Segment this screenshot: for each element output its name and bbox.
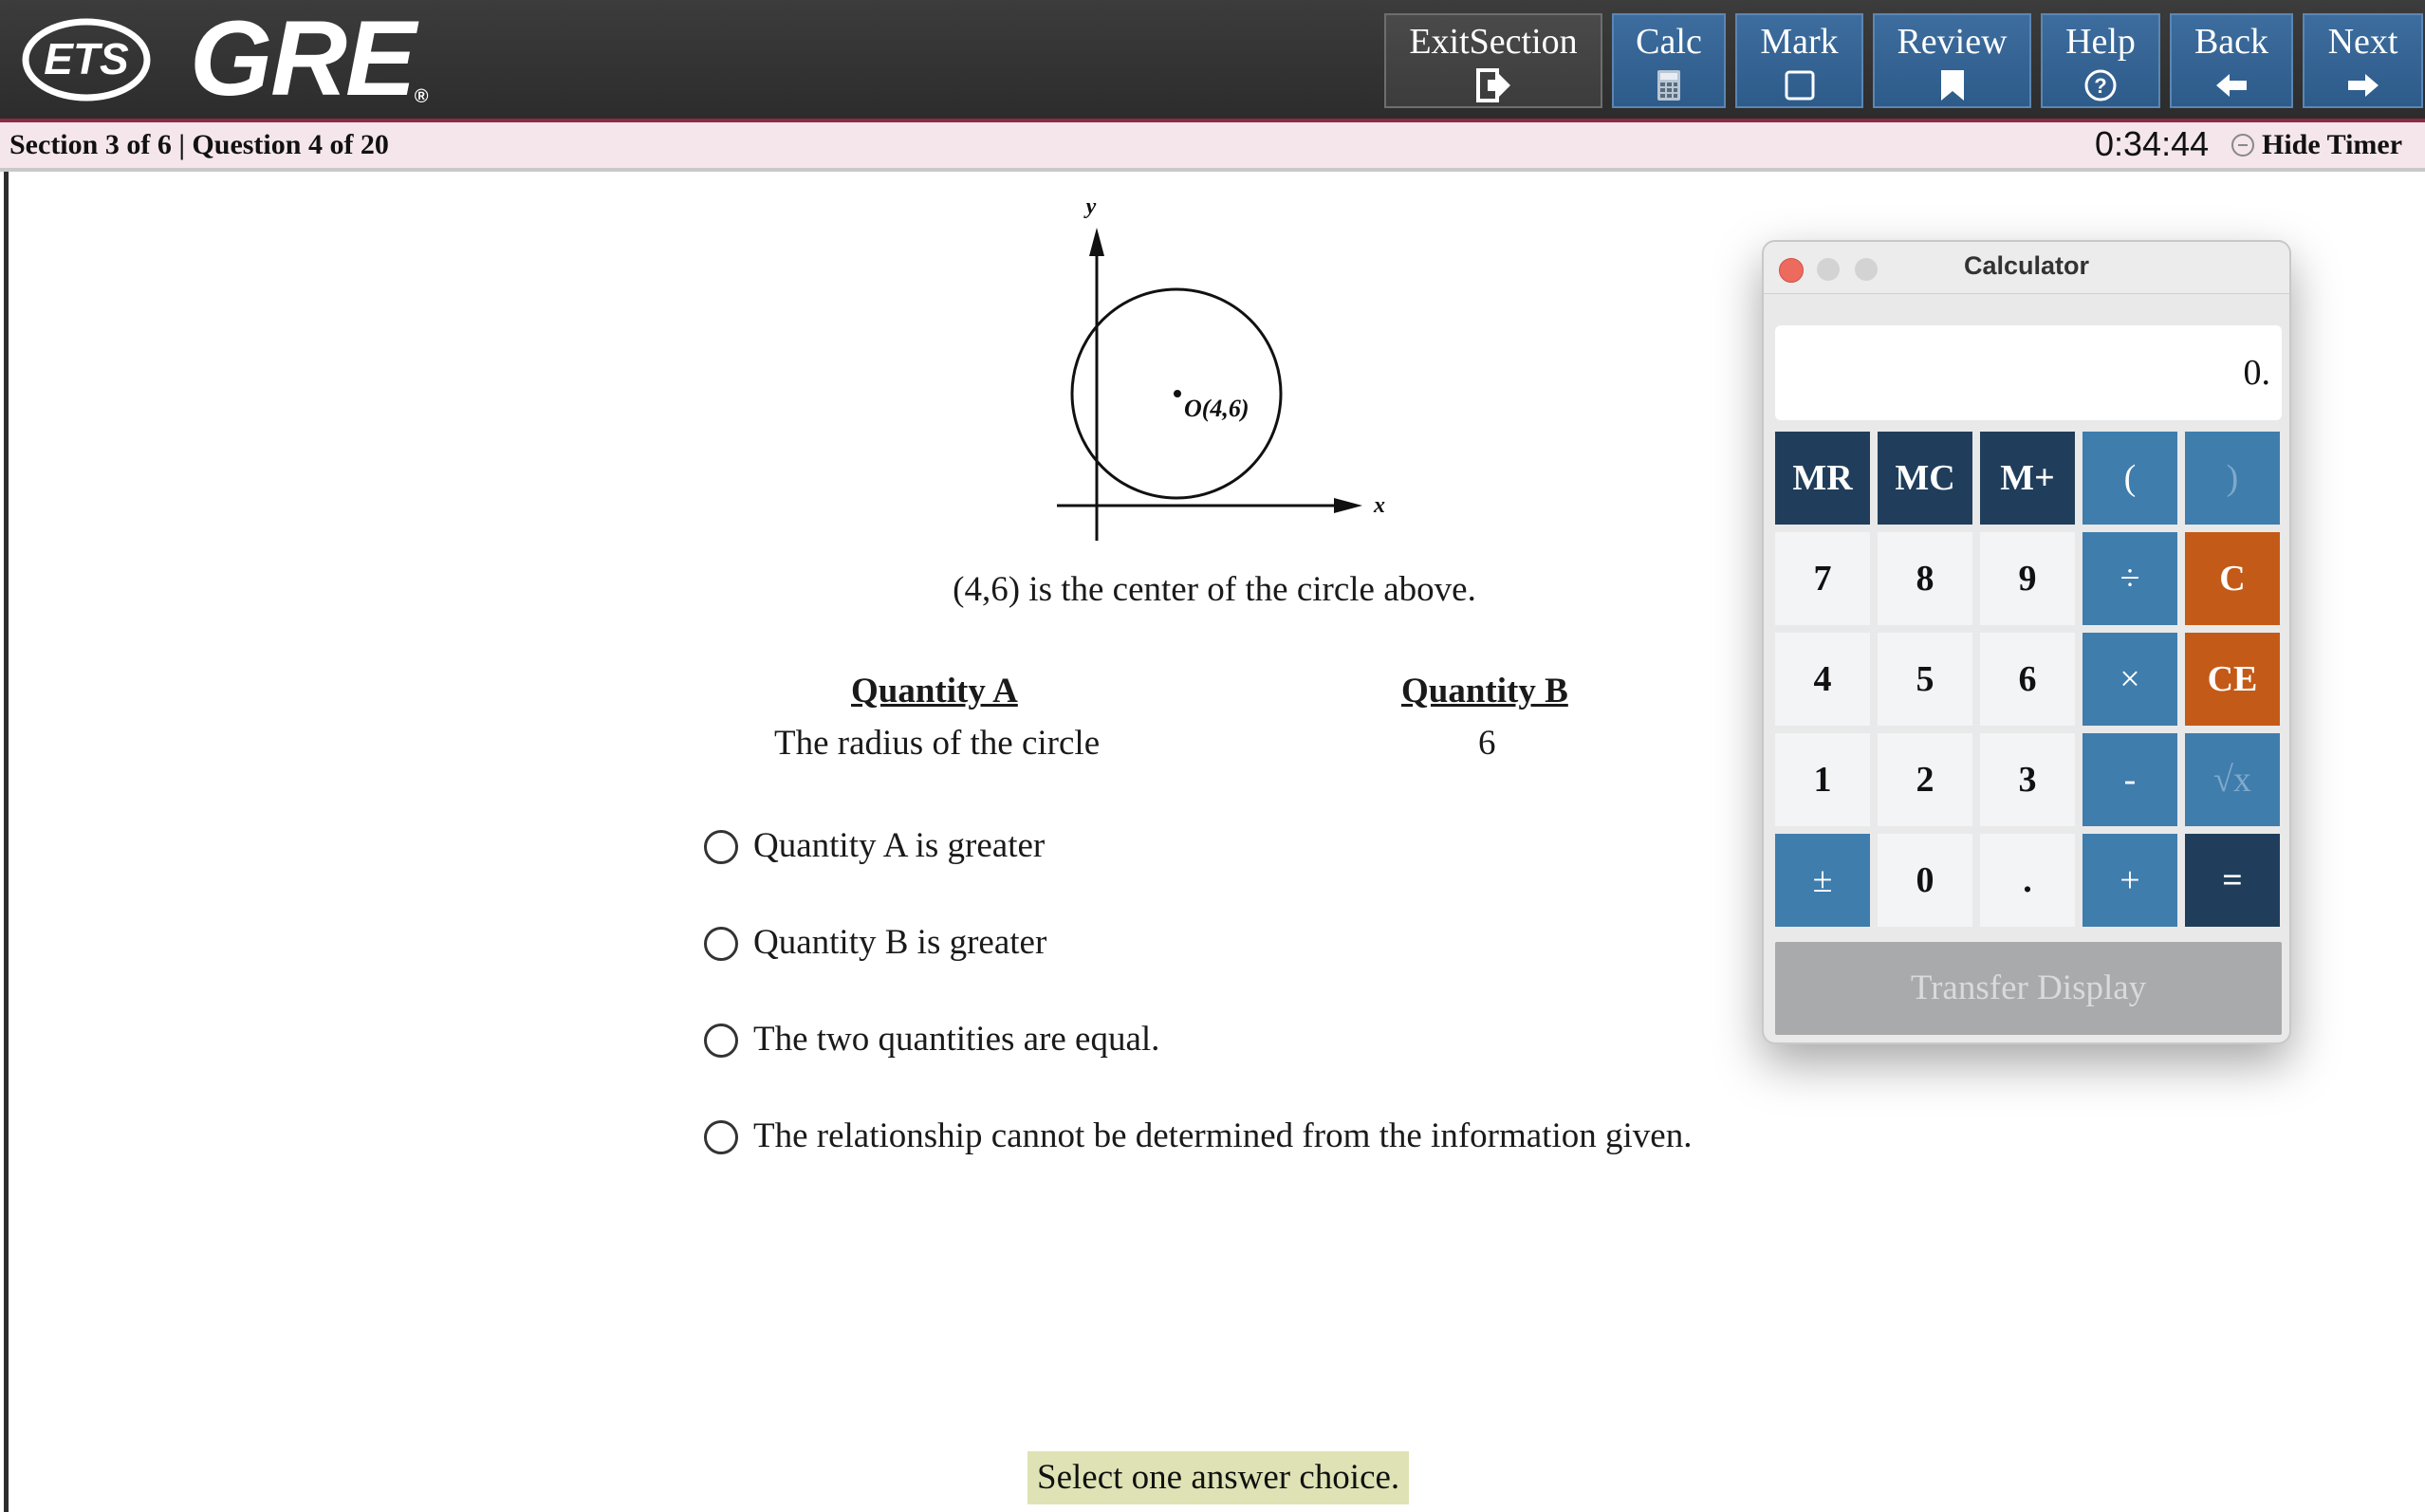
x-axis-arrow <box>1334 498 1362 513</box>
calc-key-4[interactable]: 4 <box>1775 633 1870 726</box>
calc-key-5[interactable]: 5 <box>1878 633 1972 726</box>
svg-text:?: ? <box>2094 74 2106 98</box>
calc-key-mr[interactable]: MR <box>1775 432 1870 525</box>
review-label: Review <box>1897 22 2008 62</box>
timer: 0:34:44 <box>2095 124 2210 163</box>
transfer-display-button[interactable]: Transfer Display <box>1775 942 2282 1035</box>
quantity-a-heading: Quantity A <box>851 672 1018 710</box>
exit-section-button[interactable]: ExitSection <box>1384 13 1602 108</box>
calculator-titlebar[interactable]: Calculator <box>1764 242 2289 294</box>
y-axis-label: y <box>1083 194 1097 219</box>
calc-key-multiply[interactable]: × <box>2083 633 2177 726</box>
section-question-info: Section 3 of 6 | Question 4 of 20 <box>9 129 389 160</box>
choice-label: The two quantities are equal. <box>753 1020 1160 1059</box>
calc-key-1[interactable]: 1 <box>1775 733 1870 826</box>
choice-label: Quantity B is greater <box>753 923 1047 962</box>
review-button[interactable]: Review <box>1873 13 2031 108</box>
calc-key-9[interactable]: 9 <box>1980 532 2075 625</box>
calc-key-divide[interactable]: ÷ <box>2083 532 2177 625</box>
center-point <box>1174 390 1181 397</box>
x-axis-label: x <box>1373 493 1385 518</box>
instruction-hint: Select one answer choice. <box>1027 1451 1410 1504</box>
question-stem: (4,6) is the center of the circle above. <box>953 570 1476 609</box>
calculator-display: 0. <box>1775 325 2282 420</box>
choice-label: The relationship cannot be determined fr… <box>753 1116 1693 1155</box>
calc-key-mc[interactable]: MC <box>1878 432 1972 525</box>
coordinate-figure: y x O(4,6) <box>1057 194 1385 541</box>
y-axis-arrow <box>1089 228 1104 256</box>
calc-button[interactable]: Calc <box>1612 13 1726 108</box>
back-label: Back <box>2194 22 2269 62</box>
calc-label: Calc <box>1636 22 1702 62</box>
arrow-left-icon <box>2216 74 2247 97</box>
quantity-a-value: The radius of the circle <box>774 724 1101 763</box>
exit-section-label: ExitSection <box>1409 22 1578 62</box>
next-button[interactable]: Next <box>2303 13 2423 108</box>
calculator-window[interactable]: Calculator 0. MR MC M+ ( ) 7 8 9 ÷ C 4 5… <box>1762 240 2291 1044</box>
radio-button[interactable] <box>704 830 738 864</box>
calc-key-clear[interactable]: C <box>2185 532 2280 625</box>
calc-key-2[interactable]: 2 <box>1878 733 1972 826</box>
quantity-b-heading: Quantity B <box>1401 672 1568 710</box>
next-label: Next <box>2327 22 2398 62</box>
svg-text:ETS: ETS <box>44 34 129 83</box>
calc-key-clear-entry[interactable]: CE <box>2185 633 2280 726</box>
arrow-right-icon <box>2347 74 2379 97</box>
answer-choice-d[interactable]: The relationship cannot be determined fr… <box>704 1116 1692 1163</box>
calculator-icon <box>1657 70 1680 101</box>
calc-key-close-paren[interactable]: ) <box>2185 432 2280 525</box>
calc-key-8[interactable]: 8 <box>1878 532 1972 625</box>
calc-key-3[interactable]: 3 <box>1980 733 2075 826</box>
choice-label: Quantity A is greater <box>753 826 1046 865</box>
help-label: Help <box>2065 22 2136 62</box>
hide-timer-button[interactable]: Hide Timer <box>2231 126 2402 164</box>
radio-button[interactable] <box>704 1120 738 1154</box>
calc-key-6[interactable]: 6 <box>1980 633 2075 726</box>
exit-icon <box>1476 68 1510 102</box>
answer-choice-b[interactable]: Quantity B is greater <box>704 922 1046 969</box>
minus-circle-icon <box>2231 134 2254 157</box>
ets-logo: ETS <box>22 18 151 101</box>
calc-key-0[interactable]: 0 <box>1878 834 1972 927</box>
top-toolbar: ETS GRE® ExitSection Calc Mark Review He… <box>0 0 2425 122</box>
calc-key-plus-minus[interactable]: ± <box>1775 834 1870 927</box>
gre-logo: GRE® <box>190 0 429 118</box>
calc-key-add[interactable]: + <box>2083 834 2177 927</box>
status-bar: Section 3 of 6 | Question 4 of 20 0:34:4… <box>0 122 2425 172</box>
bookmark-icon <box>1940 70 1964 101</box>
mark-label: Mark <box>1760 22 1839 62</box>
radio-button[interactable] <box>704 1023 738 1058</box>
calc-key-decimal[interactable]: . <box>1980 834 2075 927</box>
radio-button[interactable] <box>704 927 738 961</box>
calc-key-open-paren[interactable]: ( <box>2083 432 2177 525</box>
calc-key-sqrt[interactable]: √x <box>2185 733 2280 826</box>
mark-button[interactable]: Mark <box>1735 13 1863 108</box>
answer-choice-c[interactable]: The two quantities are equal. <box>704 1019 1159 1066</box>
help-button[interactable]: Help ? <box>2041 13 2160 108</box>
back-button[interactable]: Back <box>2170 13 2293 108</box>
calculator-title: Calculator <box>1963 251 2090 280</box>
calc-key-equals[interactable]: = <box>2185 834 2280 927</box>
calc-key-7[interactable]: 7 <box>1775 532 1870 625</box>
hide-timer-label: Hide Timer <box>2262 129 2403 160</box>
calc-key-mplus[interactable]: M+ <box>1980 432 2075 525</box>
quantity-b-value: 6 <box>1478 724 1496 763</box>
answer-choice-a[interactable]: Quantity A is greater <box>704 825 1045 873</box>
help-icon: ? <box>2084 69 2117 101</box>
center-label: O(4,6) <box>1184 395 1250 422</box>
checkbox-icon <box>1785 70 1814 101</box>
calc-key-subtract[interactable]: - <box>2083 733 2177 826</box>
